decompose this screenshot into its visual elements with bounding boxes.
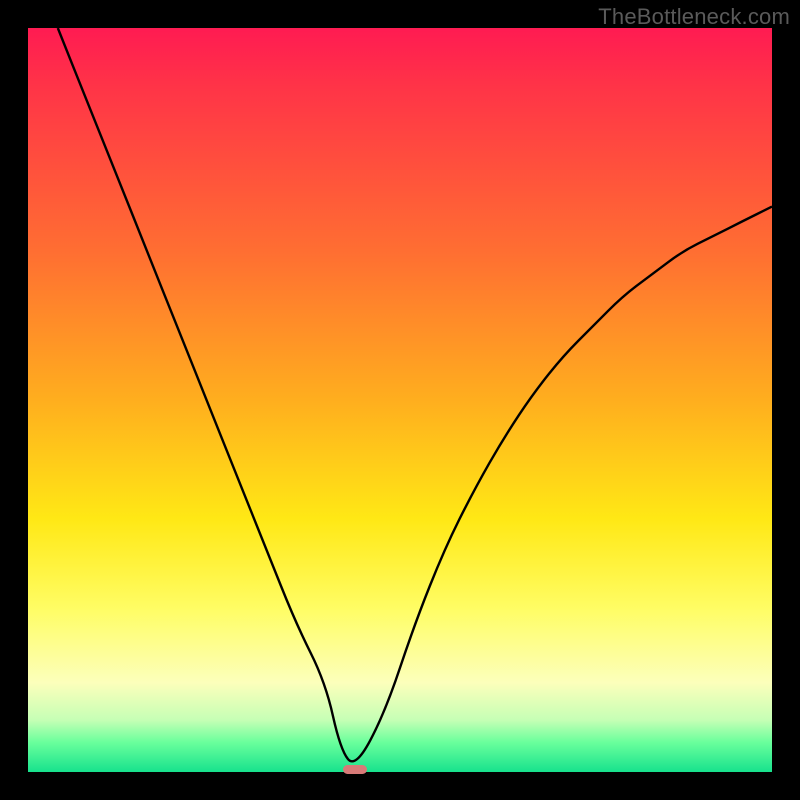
plot-area bbox=[28, 28, 772, 772]
chart-frame: TheBottleneck.com bbox=[0, 0, 800, 800]
bottleneck-curve bbox=[28, 28, 772, 772]
watermark-text: TheBottleneck.com bbox=[598, 4, 790, 30]
curve-path bbox=[58, 28, 772, 761]
optimal-marker bbox=[343, 765, 367, 774]
